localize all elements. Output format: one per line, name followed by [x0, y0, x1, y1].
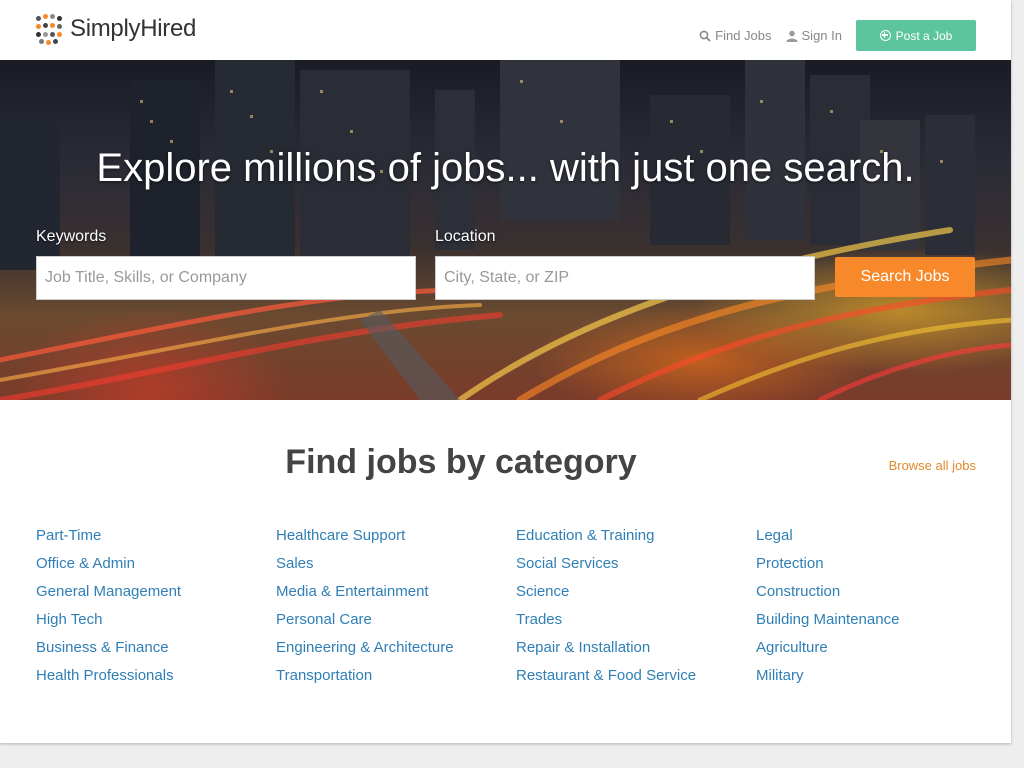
hero-banner: Explore millions of jobs... with just on…: [0, 60, 1011, 400]
plus-circle-icon: [879, 30, 891, 41]
logo-dots-icon: [36, 14, 64, 45]
category-link[interactable]: Personal Care: [276, 606, 454, 634]
logo-text: SimplyHired: [70, 15, 197, 42]
nav-find-jobs[interactable]: Find Jobs: [699, 28, 772, 43]
site-header: SimplyHired Find Jobs Sign In Post a Job: [0, 0, 1011, 60]
nav-sign-in-label: Sign In: [801, 28, 842, 43]
category-column-1: Part-Time Office & Admin General Managem…: [36, 522, 181, 690]
search-icon: [699, 30, 711, 42]
user-icon: [786, 30, 798, 42]
category-link[interactable]: Part-Time: [36, 522, 181, 550]
keywords-label: Keywords: [36, 228, 107, 245]
category-link[interactable]: Health Professionals: [36, 662, 181, 690]
category-link[interactable]: General Management: [36, 578, 181, 606]
category-link[interactable]: Engineering & Architecture: [276, 634, 454, 662]
keywords-input[interactable]: [36, 256, 416, 300]
category-link[interactable]: Repair & Installation: [516, 634, 696, 662]
category-link[interactable]: Legal: [756, 522, 899, 550]
category-link[interactable]: Trades: [516, 606, 696, 634]
logo[interactable]: SimplyHired: [36, 14, 197, 45]
browse-all-jobs-link[interactable]: Browse all jobs: [889, 458, 976, 473]
top-nav: Find Jobs Sign In Post a Job: [699, 20, 976, 51]
category-link[interactable]: Business & Finance: [36, 634, 181, 662]
category-link[interactable]: Transportation: [276, 662, 454, 690]
category-link[interactable]: Military: [756, 662, 899, 690]
post-job-button[interactable]: Post a Job: [856, 20, 976, 51]
category-column-3: Education & Training Social Services Sci…: [516, 522, 696, 690]
hero-title: Explore millions of jobs... with just on…: [96, 146, 915, 190]
category-link[interactable]: High Tech: [36, 606, 181, 634]
location-input[interactable]: [435, 256, 815, 300]
city-night-image: [0, 60, 1011, 400]
category-link[interactable]: Protection: [756, 550, 899, 578]
category-link[interactable]: Science: [516, 578, 696, 606]
category-link[interactable]: Agriculture: [756, 634, 899, 662]
category-link[interactable]: Education & Training: [516, 522, 696, 550]
nav-find-jobs-label: Find Jobs: [715, 28, 772, 43]
category-column-2: Healthcare Support Sales Media & Enterta…: [276, 522, 454, 690]
category-link[interactable]: Social Services: [516, 550, 696, 578]
category-link[interactable]: Media & Entertainment: [276, 578, 454, 606]
category-link[interactable]: Sales: [276, 550, 454, 578]
category-link[interactable]: Healthcare Support: [276, 522, 454, 550]
page: SimplyHired Find Jobs Sign In Post a Job: [0, 0, 1011, 743]
category-link[interactable]: Construction: [756, 578, 899, 606]
categories-title: Find jobs by category: [285, 443, 637, 481]
search-jobs-button[interactable]: Search Jobs: [835, 257, 975, 297]
category-link[interactable]: Office & Admin: [36, 550, 181, 578]
category-column-4: Legal Protection Construction Building M…: [756, 522, 899, 690]
category-link[interactable]: Building Maintenance: [756, 606, 899, 634]
location-label: Location: [435, 228, 496, 245]
nav-sign-in[interactable]: Sign In: [786, 28, 842, 43]
post-job-label: Post a Job: [895, 28, 953, 43]
category-link[interactable]: Restaurant & Food Service: [516, 662, 696, 690]
